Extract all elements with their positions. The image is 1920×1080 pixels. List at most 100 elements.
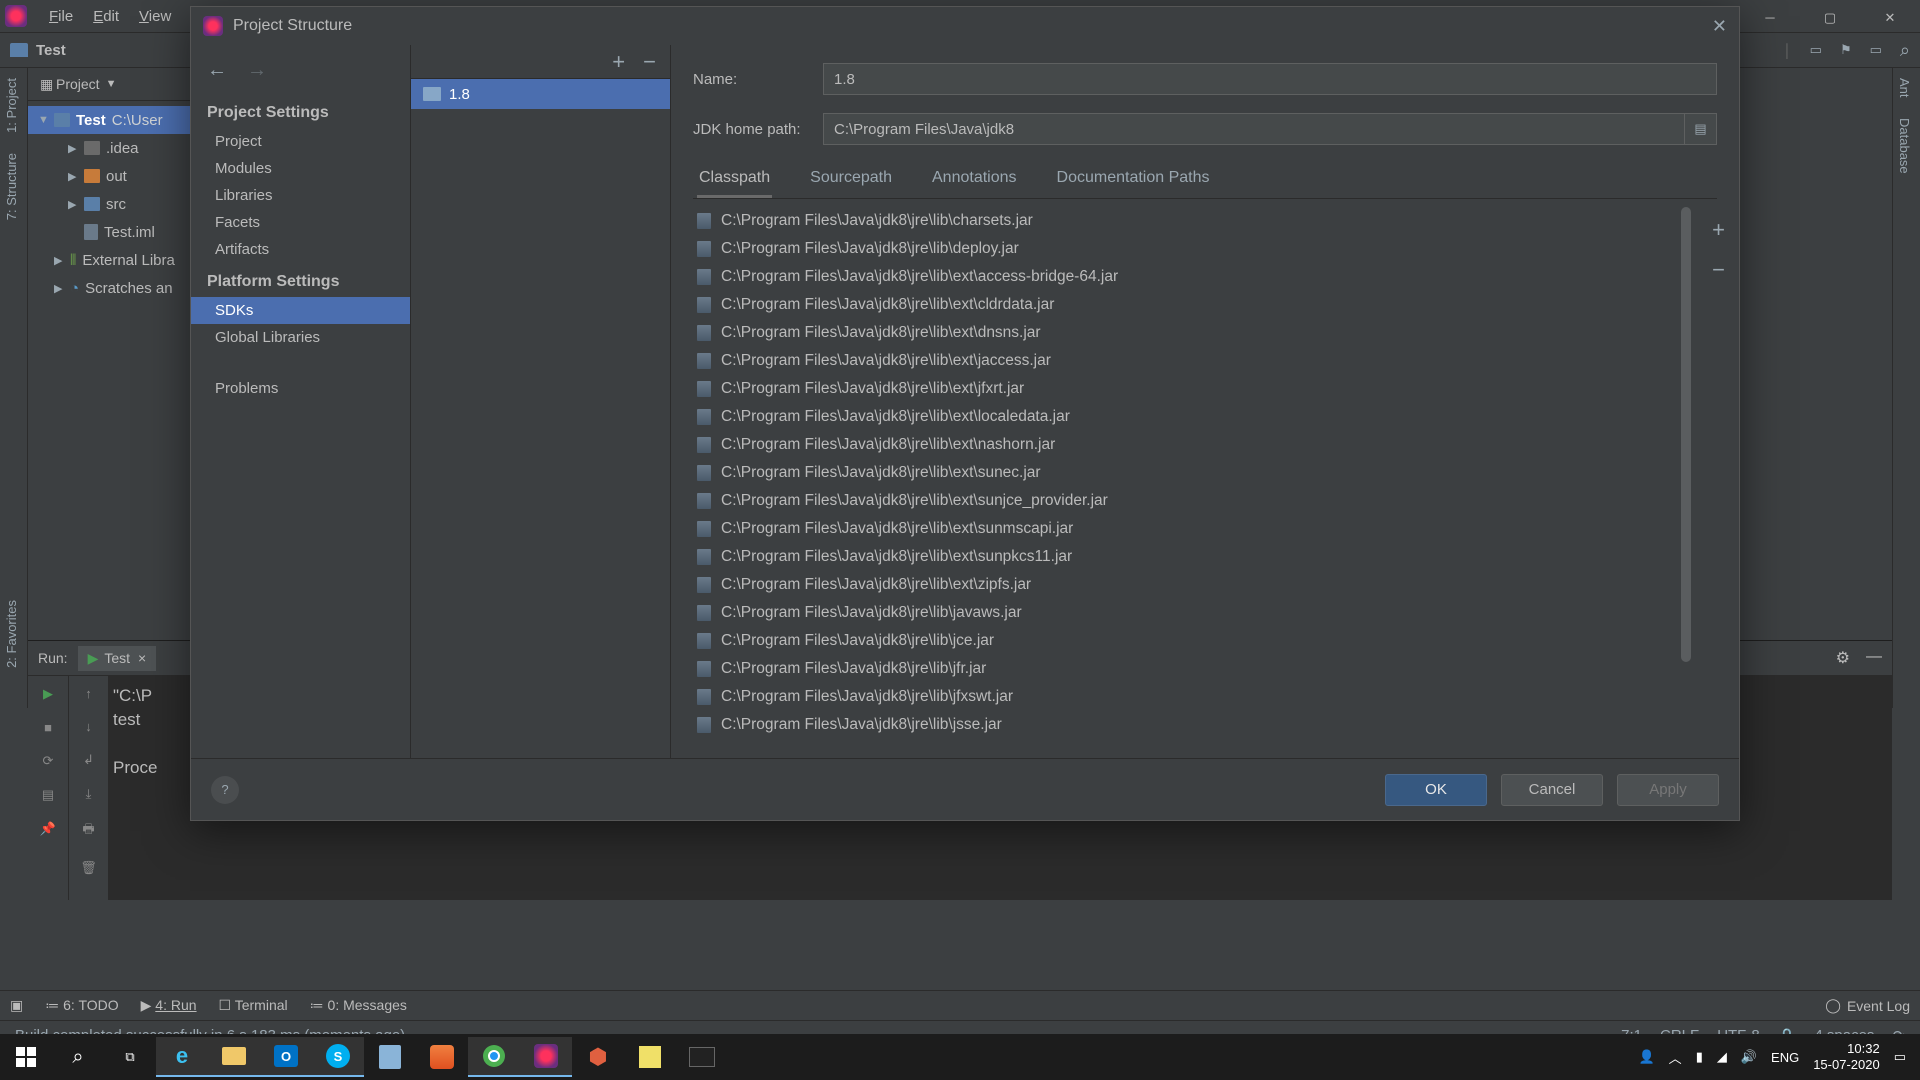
wrap-icon[interactable]: ↲ (83, 752, 94, 768)
tab-messages[interactable]: ≔ 0: Messages (310, 997, 407, 1014)
nav-item[interactable]: SDKs (191, 297, 410, 324)
classpath-item[interactable]: C:\Program Files\Java\jdk8\jre\lib\ext\j… (693, 375, 1683, 403)
classpath-item[interactable]: C:\Program Files\Java\jdk8\jre\lib\ext\s… (693, 543, 1683, 571)
classpath-item[interactable]: C:\Program Files\Java\jdk8\jre\lib\ext\d… (693, 319, 1683, 347)
classpath-item[interactable]: C:\Program Files\Java\jdk8\jre\lib\ext\a… (693, 263, 1683, 291)
task-view-icon[interactable]: ⧉ (104, 1037, 156, 1077)
dialog-close-button[interactable]: ✕ (1712, 16, 1727, 37)
classpath-item[interactable]: C:\Program Files\Java\jdk8\jre\lib\ext\s… (693, 487, 1683, 515)
classpath-item[interactable]: C:\Program Files\Java\jdk8\jre\lib\jfr.j… (693, 655, 1683, 683)
close-button[interactable]: ✕ (1860, 0, 1920, 35)
explorer-icon[interactable] (208, 1037, 260, 1077)
classpath-item[interactable]: C:\Program Files\Java\jdk8\jre\lib\deplo… (693, 235, 1683, 263)
chrome-icon[interactable] (468, 1037, 520, 1077)
tab-terminal[interactable]: ☐ Terminal (219, 997, 288, 1014)
nav-back-icon[interactable]: ← (207, 59, 227, 82)
tab-structure[interactable]: 7: Structure (0, 143, 23, 230)
classpath-item[interactable]: C:\Program Files\Java\jdk8\jre\lib\chars… (693, 207, 1683, 235)
outlook-icon[interactable]: O (260, 1037, 312, 1077)
run-tab[interactable]: ▶ Test × (78, 646, 157, 671)
help-button[interactable]: ? (211, 776, 239, 804)
skype-icon[interactable]: S (312, 1037, 364, 1077)
classpath-item[interactable]: C:\Program Files\Java\jdk8\jre\lib\ext\s… (693, 459, 1683, 487)
ok-button[interactable]: OK (1385, 774, 1487, 806)
search-icon[interactable]: ⌕ (1900, 40, 1910, 61)
maximize-button[interactable]: ▢ (1800, 0, 1860, 35)
notifications-icon[interactable]: ▭ (1894, 1049, 1906, 1065)
stop-icon[interactable]: ■ (44, 720, 52, 735)
flag-icon[interactable]: ⚑ (1840, 42, 1852, 58)
tab-ant[interactable]: Ant (1893, 68, 1916, 108)
add-sdk-button[interactable]: + (612, 49, 625, 75)
tab-database[interactable]: Database (1893, 108, 1916, 184)
sub-tab[interactable]: Documentation Paths (1055, 163, 1212, 198)
lang-indicator[interactable]: ENG (1771, 1050, 1799, 1065)
menu-edit[interactable]: Edit (83, 8, 129, 25)
people-icon[interactable]: 👤 (1638, 1049, 1654, 1065)
photos-icon[interactable] (416, 1037, 468, 1077)
pin-icon[interactable]: 📌 (40, 821, 56, 837)
name-input[interactable] (823, 63, 1717, 95)
home-path-input[interactable] (823, 113, 1685, 145)
classpath-item[interactable]: C:\Program Files\Java\jdk8\jre\lib\jce.j… (693, 627, 1683, 655)
rerun-icon[interactable]: ▶ (43, 686, 53, 702)
scroll-icon[interactable]: ⤓ (86, 786, 92, 802)
battery-icon[interactable]: ▮ (1696, 1049, 1703, 1065)
scrollbar[interactable] (1681, 207, 1691, 662)
layout-icon[interactable]: ▤ (42, 787, 54, 803)
nav-item[interactable]: Libraries (191, 182, 410, 209)
sticky-icon[interactable] (624, 1037, 676, 1077)
event-log-icon[interactable]: ◯ (1825, 997, 1841, 1014)
wifi-icon[interactable]: ◢ (1717, 1049, 1727, 1065)
search-taskbar-icon[interactable]: ⌕ (52, 1037, 104, 1077)
browse-button[interactable]: ▤ (1685, 113, 1717, 145)
taskbar-clock[interactable]: 10:32 15-07-2020 (1813, 1041, 1880, 1072)
up-icon[interactable]: ↑ (85, 686, 92, 701)
intellij-taskbar-icon[interactable] (520, 1037, 572, 1077)
hide-icon[interactable]: — (1866, 648, 1882, 668)
nav-item[interactable]: Project (191, 128, 410, 155)
remove-classpath-button[interactable]: − (1712, 257, 1725, 283)
tab-event-log[interactable]: Event Log (1847, 998, 1910, 1014)
tab-favorites[interactable]: 2: Favorites (0, 590, 23, 678)
classpath-item[interactable]: C:\Program Files\Java\jdk8\jre\lib\ext\l… (693, 403, 1683, 431)
tab-project[interactable]: 1: Project (0, 68, 23, 143)
classpath-item[interactable]: C:\Program Files\Java\jdk8\jre\lib\ext\s… (693, 515, 1683, 543)
remove-sdk-button[interactable]: − (643, 49, 656, 75)
build-icon[interactable]: ▭ (1810, 42, 1822, 58)
classpath-item[interactable]: C:\Program Files\Java\jdk8\jre\lib\ext\j… (693, 347, 1683, 375)
sub-tab[interactable]: Classpath (697, 163, 772, 198)
tray-chevron-icon[interactable]: ︿ (1669, 1048, 1682, 1067)
menu-file[interactable]: File (39, 8, 83, 25)
cancel-button[interactable]: Cancel (1501, 774, 1603, 806)
nav-item[interactable]: Global Libraries (191, 324, 410, 351)
dump-icon[interactable]: ⟳ (43, 753, 54, 769)
trash-icon[interactable]: 🗑 (80, 860, 97, 876)
box-icon[interactable]: ⬢ (572, 1037, 624, 1077)
notepad-icon[interactable] (364, 1037, 416, 1077)
hide-bottomtabs-icon[interactable]: ▣ (10, 997, 23, 1014)
tab-run[interactable]: ▶ 4: Run (141, 997, 197, 1014)
cmd-icon[interactable] (676, 1037, 728, 1077)
down-icon[interactable]: ↓ (85, 719, 92, 734)
sub-tab[interactable]: Sourcepath (808, 163, 894, 198)
classpath-list[interactable]: C:\Program Files\Java\jdk8\jre\lib\chars… (693, 207, 1683, 758)
minimize-button[interactable]: ─ (1740, 0, 1800, 35)
nav-item[interactable]: Facets (191, 209, 410, 236)
sdk-list-item[interactable]: 1.8 (411, 79, 670, 109)
classpath-item[interactable]: C:\Program Files\Java\jdk8\jre\lib\ext\n… (693, 431, 1683, 459)
edge-icon[interactable]: e (156, 1037, 208, 1077)
nav-item-problems[interactable]: Problems (191, 375, 410, 402)
menu-view[interactable]: View (129, 8, 181, 25)
add-classpath-button[interactable]: + (1712, 217, 1725, 243)
nav-item[interactable]: Modules (191, 155, 410, 182)
classpath-item[interactable]: C:\Program Files\Java\jdk8\jre\lib\javaw… (693, 599, 1683, 627)
volume-icon[interactable]: 🔊 (1741, 1049, 1757, 1065)
print-icon[interactable]: 🖶 (82, 820, 94, 842)
tab-todo[interactable]: ≔ 6: TODO (45, 997, 118, 1014)
classpath-item[interactable]: C:\Program Files\Java\jdk8\jre\lib\ext\z… (693, 571, 1683, 599)
device-icon[interactable]: ▭ (1870, 42, 1882, 58)
classpath-item[interactable]: C:\Program Files\Java\jdk8\jre\lib\jsse.… (693, 711, 1683, 739)
sub-tab[interactable]: Annotations (930, 163, 1019, 198)
gear-icon[interactable]: ⚙ (1836, 648, 1850, 668)
